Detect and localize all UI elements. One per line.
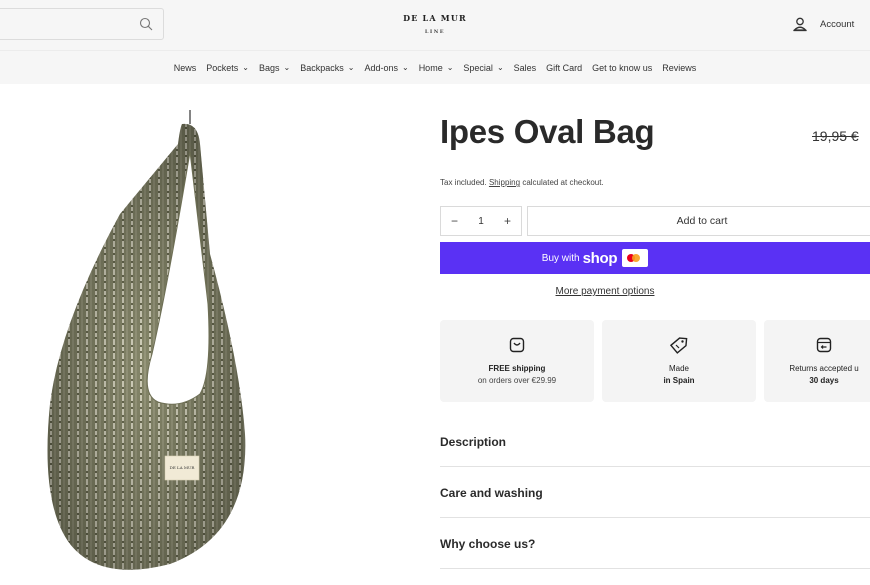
nav-item-sales[interactable]: Sales bbox=[514, 63, 537, 73]
nav-item-label: Gift Card bbox=[546, 62, 583, 73]
more-payment-options-link[interactable]: More payment options bbox=[440, 286, 770, 297]
buy-with-shop-button-extension[interactable] bbox=[750, 242, 870, 274]
nav-item-get-to-know-us[interactable]: Get to know us bbox=[592, 63, 652, 73]
nav-item-label: News bbox=[173, 62, 197, 73]
accordion-why[interactable]: Why choose us? bbox=[440, 518, 870, 569]
buy-with-shop-button[interactable]: Buy with shop bbox=[440, 242, 750, 274]
nav-item-bags[interactable]: Bags ⌄ bbox=[259, 63, 290, 73]
nav-item-reviews[interactable]: Reviews bbox=[662, 63, 696, 73]
nav-item-label: Get to know us bbox=[592, 62, 653, 73]
feature-line2: 30 days bbox=[809, 376, 839, 385]
return-icon bbox=[816, 337, 832, 353]
nav-item-home[interactable]: Home ⌄ bbox=[419, 63, 454, 73]
accordion-care[interactable]: Care and washing bbox=[440, 467, 870, 518]
nav-item-label: Bags bbox=[259, 62, 280, 73]
chevron-down-icon: ⌄ bbox=[401, 63, 409, 72]
qty-decrease-button[interactable]: − bbox=[451, 214, 458, 228]
nav-item-news[interactable]: News bbox=[174, 63, 197, 73]
account-link[interactable]: Account bbox=[792, 16, 854, 32]
qty-value[interactable]: 1 bbox=[478, 216, 484, 227]
nav-item-gift-card[interactable]: Gift Card bbox=[546, 63, 582, 73]
main-nav: News Pockets ⌄ Bags ⌄ Backpacks ⌄ Add-ons ⌄ Home ⌄… bbox=[0, 50, 870, 84]
shipping-link[interactable]: Shipping bbox=[489, 178, 520, 187]
nav-item-backpacks[interactable]: Backpacks ⌄ bbox=[300, 63, 354, 73]
nav-item-add-ons[interactable]: Add-ons ⌄ bbox=[364, 63, 408, 73]
tag-icon bbox=[670, 337, 688, 354]
nav-item-label: Pockets bbox=[206, 62, 239, 73]
price-original: 19,95 € bbox=[812, 128, 859, 144]
feature-line1: FREE shipping bbox=[488, 364, 546, 373]
header: DE LA MUR LINE Account bbox=[0, 0, 870, 50]
chevron-down-icon: ⌄ bbox=[446, 63, 454, 72]
nav-item-label: Add-ons bbox=[364, 62, 398, 73]
quantity-stepper[interactable]: − 1 + bbox=[440, 206, 522, 236]
accordion-label[interactable]: Care and washing bbox=[440, 486, 543, 500]
product-title: Ipes Oval Bag bbox=[440, 113, 655, 150]
nav-item-label: Backpacks bbox=[300, 62, 344, 73]
nav-item-pockets[interactable]: Pockets ⌄ bbox=[206, 63, 249, 73]
nav-item-label: Reviews bbox=[662, 62, 697, 73]
feature-line2: on orders over €29.99 bbox=[477, 376, 557, 385]
user-icon bbox=[792, 17, 808, 32]
logo-main: DE LA MUR bbox=[403, 13, 467, 23]
feature-card-returns: Returns accepted u 30 days bbox=[764, 320, 870, 402]
product-image[interactable]: DE LA MUR bbox=[40, 104, 250, 574]
mastercard-icon bbox=[622, 249, 649, 267]
chevron-down-icon: ⌄ bbox=[496, 63, 504, 72]
tax-prefix: Tax included. bbox=[440, 178, 487, 187]
add-to-cart-button[interactable]: Add to cart bbox=[527, 206, 870, 236]
site-logo[interactable]: DE LA MUR LINE bbox=[0, 13, 870, 35]
account-label: Account bbox=[820, 18, 855, 30]
accordion-description[interactable]: Description bbox=[440, 416, 870, 467]
buy-with-label: Buy with bbox=[541, 252, 580, 264]
chevron-down-icon: ⌄ bbox=[242, 63, 249, 72]
product-gallery[interactable]: DE LA MUR bbox=[0, 84, 420, 585]
tax-note: Tax included. Shipping calculated at che… bbox=[440, 178, 604, 187]
nav-item-label: Sales bbox=[513, 62, 537, 73]
feature-card-shipping: FREE shipping on orders over €29.99 bbox=[440, 320, 594, 402]
bag-icon bbox=[509, 337, 525, 353]
shop-wordmark: shop bbox=[582, 249, 618, 267]
chevron-down-icon: ⌄ bbox=[347, 63, 355, 72]
feature-line2: in Spain bbox=[663, 376, 695, 385]
nav-item-special[interactable]: Special ⌄ bbox=[463, 63, 503, 73]
accordion-label[interactable]: Description bbox=[440, 435, 506, 449]
nav-item-label: Home bbox=[418, 62, 443, 73]
feature-line1: Made bbox=[668, 364, 689, 373]
accordion-label[interactable]: Why choose us? bbox=[440, 537, 535, 551]
feature-line1: Returns accepted u bbox=[789, 364, 859, 373]
feature-card-made: Made in Spain bbox=[602, 320, 756, 402]
logo-sub: LINE bbox=[424, 29, 446, 35]
chevron-down-icon: ⌄ bbox=[283, 63, 291, 72]
bag-label: DE LA MUR bbox=[170, 465, 196, 470]
nav-item-label: Special bbox=[463, 62, 493, 73]
qty-increase-button[interactable]: + bbox=[504, 214, 511, 228]
tax-suffix: calculated at checkout. bbox=[522, 178, 604, 187]
